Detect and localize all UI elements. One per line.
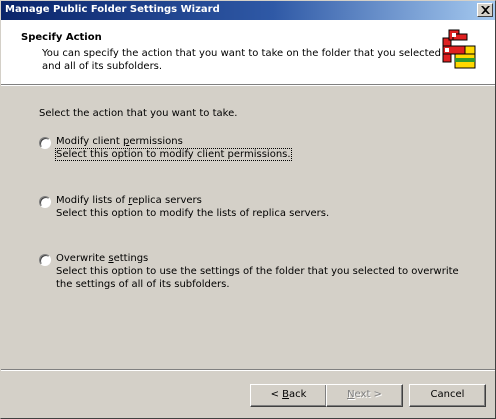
wizard-window: Manage Public Folder Settings Wizard Spe… bbox=[0, 0, 496, 419]
back-button[interactable]: < Back bbox=[250, 384, 327, 407]
title-bar[interactable]: Manage Public Folder Settings Wizard bbox=[1, 1, 495, 20]
radio-modify-client-permissions[interactable] bbox=[39, 137, 51, 149]
option-description: Select this option to modify client perm… bbox=[55, 148, 292, 161]
option-description: Select this option to modify the lists o… bbox=[56, 208, 330, 219]
option-label: Modify client permissions bbox=[56, 136, 183, 147]
page-title: Specify Action bbox=[21, 32, 102, 43]
action-prompt: Select the action that you want to take. bbox=[39, 108, 238, 119]
cancel-button[interactable]: Cancel bbox=[409, 384, 486, 407]
window-title: Manage Public Folder Settings Wizard bbox=[5, 4, 220, 15]
wizard-header: Specify Action You can specify the actio… bbox=[1, 20, 495, 84]
option-label: Overwrite settings bbox=[56, 253, 149, 264]
close-icon bbox=[481, 6, 490, 14]
radio-overwrite-settings[interactable] bbox=[39, 254, 51, 266]
option-description: Select this option to use the settings o… bbox=[56, 266, 459, 290]
page-description: You can specify the action that you want… bbox=[42, 48, 442, 72]
next-button[interactable]: Next > bbox=[326, 384, 403, 407]
radio-modify-replica-servers[interactable] bbox=[39, 196, 51, 208]
option-label: Modify lists of replica servers bbox=[56, 195, 202, 206]
wizard-icon bbox=[442, 29, 476, 69]
footer-divider bbox=[1, 369, 495, 371]
close-button[interactable] bbox=[477, 3, 493, 17]
header-divider bbox=[1, 84, 495, 86]
